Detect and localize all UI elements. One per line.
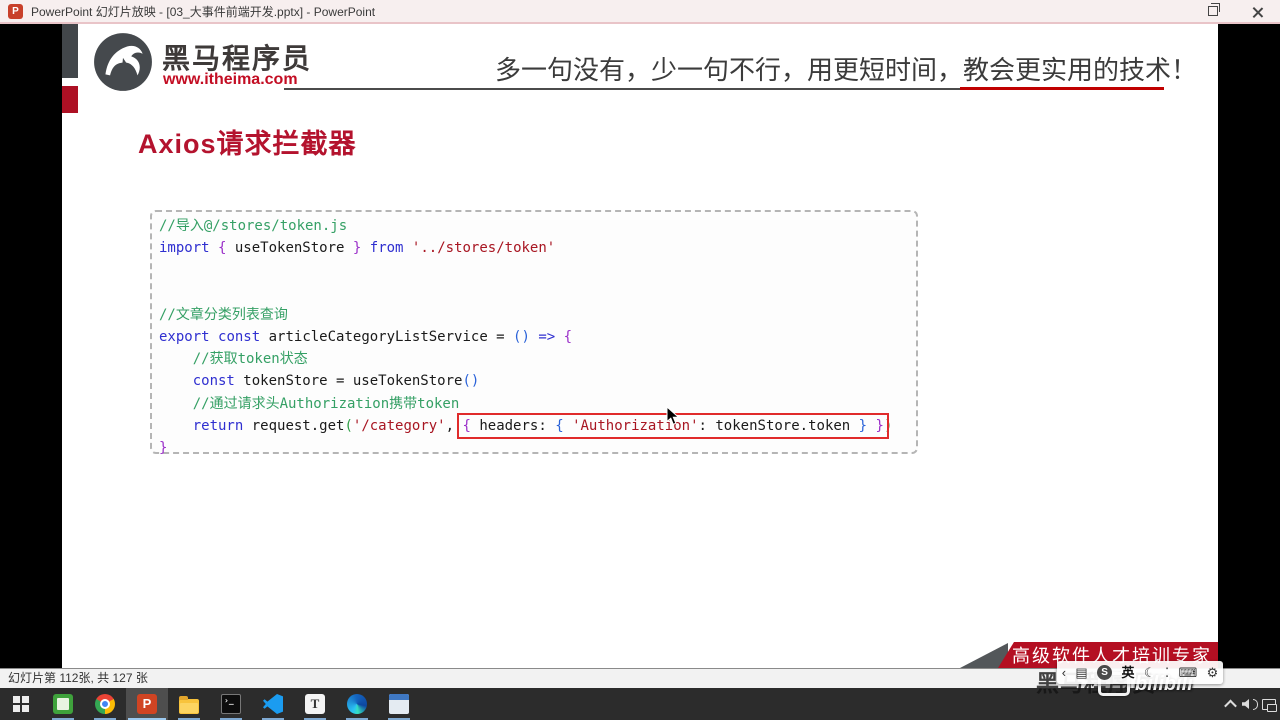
slideshow-stage: 黑马程序员 www.itheima.com 多一句没有，少一句不行，用更短时间，…: [0, 24, 1280, 668]
code-line: export const articleCategoryListService …: [159, 329, 573, 346]
code-line: return request.get('/category', { header…: [192, 412, 893, 439]
horse-logo-icon: [92, 31, 154, 93]
restore-button[interactable]: [1190, 0, 1235, 22]
powerpoint-icon: [137, 694, 157, 714]
ime-settings-icon[interactable]: ⚙: [1207, 661, 1219, 684]
file-explorer-icon: [179, 695, 199, 714]
window-titlebar: P PowerPoint 幻灯片放映 - [03_大事件前端开发.pptx] -…: [0, 0, 1280, 24]
restore-icon: [1207, 3, 1220, 16]
taskbar-typora-icon[interactable]: [294, 688, 336, 720]
minimize-button[interactable]: [1145, 0, 1190, 22]
taskbar-vscode-icon[interactable]: [252, 688, 294, 720]
slide-edge-red-square: [62, 86, 78, 113]
powerpoint-app-icon: P: [8, 3, 23, 19]
start-icon: [13, 696, 29, 712]
taskbar-start-icon[interactable]: [0, 688, 42, 720]
code-block: //导入@/stores/token.js import { useTokenSt…: [150, 210, 918, 456]
edge-icon: [347, 694, 367, 714]
close-button[interactable]: [1235, 0, 1280, 22]
typora-icon: [305, 694, 325, 714]
ime-virtual-keyboard-icon[interactable]: ⌨: [1178, 661, 1197, 684]
taskbar-terminal-icon[interactable]: [210, 688, 252, 720]
code-line: //导入@/stores/token.js: [159, 218, 348, 234]
brand-website: www.itheima.com: [163, 71, 298, 88]
ime-mic-icon[interactable]: ⁚: [1165, 661, 1169, 684]
mouse-cursor: [666, 405, 680, 431]
code-content: //导入@/stores/token.js import { useTokenSt…: [152, 212, 916, 459]
code-line: import { useTokenStore } from '../stores…: [159, 240, 556, 257]
taskbar-powerpoint-icon[interactable]: [126, 688, 168, 720]
window-controls: [1145, 0, 1280, 22]
code-line: //通过请求头Authorization携带token: [192, 395, 460, 412]
slide: 黑马程序员 www.itheima.com 多一句没有，少一句不行，用更短时间，…: [62, 24, 1218, 668]
taskbar-file-explorer-icon[interactable]: [168, 688, 210, 720]
terminal-icon: [221, 694, 241, 714]
taskbar-image-viewer-icon[interactable]: [42, 688, 84, 720]
system-tray: [1221, 688, 1278, 720]
code-line: //文章分类列表查询: [159, 306, 288, 323]
code-line: //获取token状态: [192, 351, 308, 368]
slide-counter: 幻灯片第 112张, 共 127 张: [8, 671, 148, 685]
slide-slogan: 多一句没有，少一句不行，用更短时间，教会更实用的技术！: [495, 56, 1198, 86]
ime-lang-english-icon[interactable]: 英: [1122, 661, 1135, 684]
tray-chevron-up-icon[interactable]: [1221, 688, 1240, 720]
tray-network-icon[interactable]: [1259, 688, 1278, 720]
vscode-icon: [263, 694, 283, 714]
ime-collapse-icon[interactable]: ‹: [1062, 661, 1066, 684]
taskbar-app-window-icon[interactable]: [378, 688, 420, 720]
chrome-icon: [95, 694, 115, 714]
image-viewer-icon: [53, 694, 73, 714]
ime-panel-icon[interactable]: ▤: [1075, 661, 1087, 684]
taskbar-edge-icon[interactable]: [336, 688, 378, 720]
code-line: const tokenStore = useTokenStore(): [192, 373, 480, 390]
header-divider-red: [960, 87, 1164, 90]
close-icon: [1252, 6, 1263, 17]
taskbar-chrome-icon[interactable]: [84, 688, 126, 720]
tray-volume-icon[interactable]: [1240, 688, 1259, 720]
ime-toolbar[interactable]: ‹ ▤ S 英 ☾ ⁚ ⌨ ⚙: [1057, 661, 1223, 684]
app-window-icon: [389, 694, 409, 714]
code-line: }: [159, 440, 168, 457]
slide-title: Axios请求拦截器: [138, 129, 357, 159]
ime-sogou-logo-icon[interactable]: S: [1097, 665, 1113, 680]
ime-night-mode-icon[interactable]: ☾: [1144, 661, 1156, 684]
slide-edge-bar: [62, 24, 78, 78]
window-title: PowerPoint 幻灯片放映 - [03_大事件前端开发.pptx] - P…: [31, 4, 376, 19]
